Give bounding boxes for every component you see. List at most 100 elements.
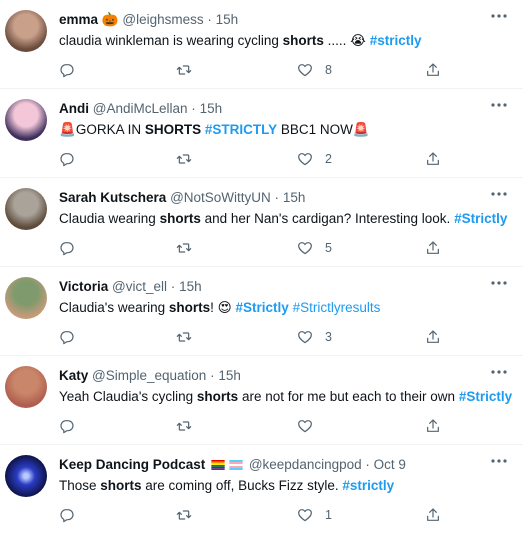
avatar[interactable]: [5, 10, 47, 52]
tweet-header: Andi @AndiMcLellan · 15h: [59, 100, 483, 118]
like-button[interactable]: 3: [297, 327, 332, 347]
tweet[interactable]: Andi @AndiMcLellan · 15h 🚨GORKA IN SHORT…: [0, 89, 523, 178]
tweet-header: Victoria @vict_ell · 15h: [59, 278, 483, 296]
tweet-content: Sarah Kutschera @NotSoWittyUN · 15h Clau…: [59, 189, 507, 228]
like-button[interactable]: [297, 416, 325, 436]
display-name[interactable]: Katy: [59, 368, 88, 383]
reply-button[interactable]: [59, 149, 75, 169]
like-button[interactable]: 1: [297, 505, 332, 525]
text-segment: Those: [59, 478, 101, 493]
share-icon: [427, 63, 439, 76]
retweet-icon: [176, 510, 192, 520]
highlighted-term: shorts: [168, 300, 211, 315]
hashtag-link[interactable]: #strictly: [370, 33, 422, 48]
avatar[interactable]: [5, 366, 47, 408]
rainbow-flag-icon: [211, 460, 225, 471]
text-segment: 🚨: [352, 122, 370, 137]
like-button[interactable]: 8: [297, 60, 332, 80]
timestamp[interactable]: Oct 9: [374, 457, 406, 472]
user-handle[interactable]: @keepdancingpod: [249, 457, 362, 472]
user-handle[interactable]: @AndiMcLellan: [93, 101, 188, 116]
timestamp[interactable]: 15h: [218, 368, 241, 383]
text-segment: 😍: [217, 300, 232, 315]
timestamp[interactable]: 15h: [216, 12, 239, 27]
display-name[interactable]: Victoria: [59, 279, 108, 294]
tweet[interactable]: Victoria @vict_ell · 15h Claudia's weari…: [0, 267, 523, 356]
separator-dot: ·: [274, 190, 280, 205]
tweet-text: Those shorts are coming off, Bucks Fizz …: [59, 477, 483, 495]
text-segment: are not for me but each to their own: [238, 389, 459, 404]
heart-icon: [298, 509, 312, 522]
share-button[interactable]: [425, 327, 441, 347]
share-button[interactable]: [425, 238, 441, 258]
more-icon[interactable]: [489, 98, 509, 112]
more-icon[interactable]: [489, 187, 509, 201]
tweet-actions: 5: [59, 238, 449, 258]
user-handle[interactable]: @Simple_equation: [92, 368, 206, 383]
tweet[interactable]: Sarah Kutschera @NotSoWittyUN · 15h Clau…: [0, 178, 523, 267]
retweet-button[interactable]: [176, 238, 192, 258]
avatar[interactable]: [5, 277, 47, 319]
timestamp[interactable]: 15h: [179, 279, 202, 294]
tweet-header: Katy @Simple_equation · 15h: [59, 367, 483, 385]
text-segment: Claudia wearing: [59, 211, 160, 226]
reply-icon: [60, 331, 74, 345]
retweet-button[interactable]: [176, 327, 192, 347]
reply-button[interactable]: [59, 416, 75, 436]
like-button[interactable]: 5: [297, 238, 332, 258]
reply-icon: [60, 509, 74, 523]
tweet[interactable]: emma 🎃 @leighsmess · 15h claudia winklem…: [0, 0, 523, 89]
text-segment: BBC1 NOW: [277, 122, 353, 137]
hashtag-link[interactable]: #Strictlyresults: [293, 300, 381, 315]
retweet-button[interactable]: [176, 416, 192, 436]
display-name[interactable]: Andi: [59, 101, 89, 116]
reply-button[interactable]: [59, 327, 75, 347]
display-name[interactable]: emma: [59, 12, 98, 27]
display-name[interactable]: Keep Dancing Podcast: [59, 457, 205, 472]
hashtag-link[interactable]: #Strictly: [454, 211, 507, 226]
separator-dot: ·: [207, 12, 212, 27]
avatar[interactable]: [5, 455, 47, 497]
timestamp[interactable]: 15h: [200, 101, 223, 116]
tweet[interactable]: Keep Dancing Podcast @keepdancingpod · O…: [0, 445, 523, 534]
timestamp[interactable]: 15h: [283, 190, 306, 205]
like-button[interactable]: 2: [297, 149, 332, 169]
more-icon[interactable]: [489, 454, 509, 468]
share-icon: [427, 152, 439, 165]
like-count: 2: [325, 152, 332, 166]
hashtag-link[interactable]: #Strictly: [459, 389, 512, 404]
reply-icon: [60, 420, 74, 434]
more-icon[interactable]: [489, 365, 509, 379]
avatar[interactable]: [5, 188, 47, 230]
reply-icon: [60, 153, 74, 167]
share-button[interactable]: [425, 149, 441, 169]
tweet[interactable]: Katy @Simple_equation · 15h Yeah Claudia…: [0, 356, 523, 445]
reply-button[interactable]: [59, 238, 75, 258]
like-count: 1: [325, 508, 332, 522]
tweet-text: 🚨GORKA IN SHORTS #STRICTLY BBC1 NOW🚨: [59, 121, 483, 139]
retweet-button[interactable]: [176, 149, 192, 169]
tweet-content: Katy @Simple_equation · 15h Yeah Claudia…: [59, 367, 512, 406]
display-name[interactable]: Sarah Kutschera: [59, 190, 166, 205]
user-handle[interactable]: @vict_ell: [112, 279, 167, 294]
more-icon[interactable]: [489, 9, 509, 23]
avatar[interactable]: [5, 99, 47, 141]
retweet-button[interactable]: [176, 505, 192, 525]
user-handle[interactable]: @NotSoWittyUN: [170, 190, 271, 205]
reply-button[interactable]: [59, 505, 75, 525]
tweet-actions: 1: [59, 505, 449, 525]
hashtag-link[interactable]: #Strictly: [236, 300, 289, 315]
share-button[interactable]: [425, 505, 441, 525]
heart-icon: [298, 153, 312, 166]
text-segment: GORKA IN: [75, 122, 145, 137]
like-count: 5: [325, 241, 332, 255]
share-button[interactable]: [425, 416, 441, 436]
retweet-button[interactable]: [176, 60, 192, 80]
hashtag-link[interactable]: #strictly: [342, 478, 394, 493]
hashtag-link[interactable]: #STRICTLY: [205, 122, 277, 137]
name-emoji: 🎃: [98, 12, 119, 27]
share-button[interactable]: [425, 60, 441, 80]
more-icon[interactable]: [489, 276, 509, 290]
reply-button[interactable]: [59, 60, 75, 80]
user-handle[interactable]: @leighsmess: [122, 12, 203, 27]
